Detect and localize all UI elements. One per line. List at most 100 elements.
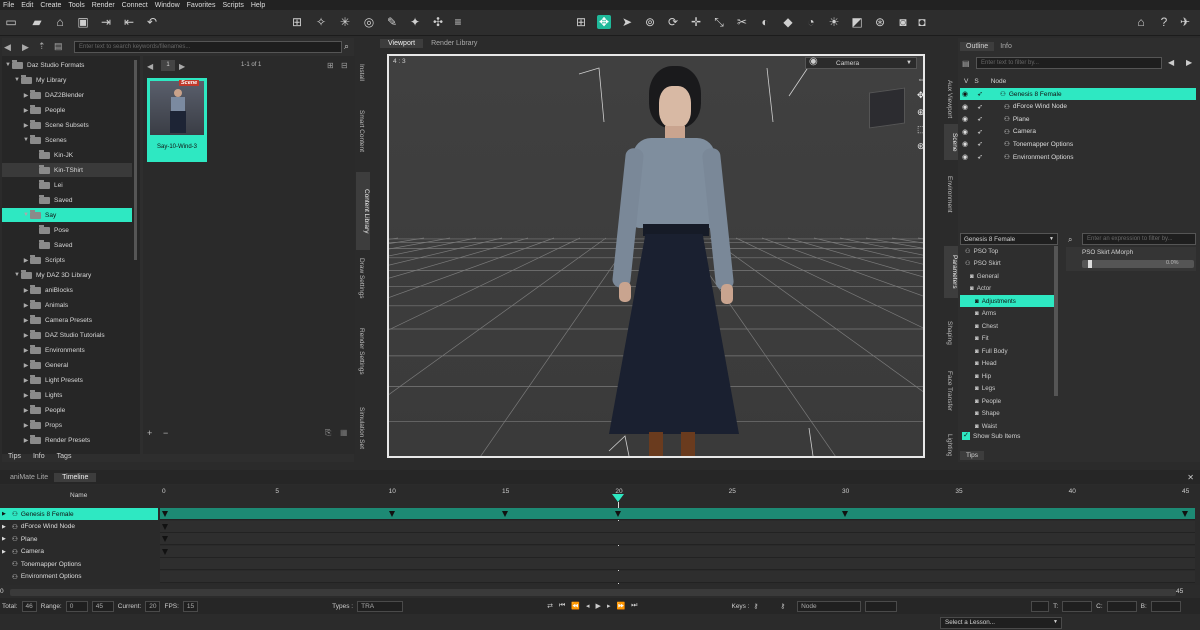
col-node[interactable]: Node	[991, 78, 1007, 85]
tab-outline[interactable]: Outline	[960, 42, 995, 51]
undo-icon[interactable]: ↶	[145, 15, 159, 29]
keyframe-marker[interactable]	[615, 511, 622, 517]
menu-create[interactable]: Create	[40, 2, 61, 9]
outline-filter-input[interactable]: Enter text to filter by...	[976, 57, 1162, 69]
param-item[interactable]: ◙ Actor	[960, 283, 1056, 295]
types-select[interactable]: TRA	[357, 600, 404, 612]
tree-item[interactable]: ▼ Say	[2, 208, 132, 222]
keyframe-marker[interactable]	[502, 511, 508, 517]
menu-render[interactable]: Render	[92, 2, 115, 9]
iray-icon[interactable]: ◙	[896, 15, 910, 29]
select-arrow-icon[interactable]: ➶	[977, 140, 987, 148]
menu-favorites[interactable]: Favorites	[187, 2, 216, 9]
outline-menu-icon[interactable]: ▤	[962, 59, 970, 68]
merge-icon[interactable]: ⌂	[53, 15, 67, 29]
chevron-right-icon[interactable]: ▶	[22, 437, 30, 444]
timeline-track-label[interactable]: ⚇ Tonemapper Options	[0, 558, 158, 570]
export-icon[interactable]: ⇤	[122, 15, 136, 29]
chevron-right-icon[interactable]: ▶	[2, 524, 10, 530]
tab-smart-content[interactable]: Smart Content	[358, 100, 365, 162]
param-item[interactable]: ◙ Head	[960, 358, 1056, 370]
timeline-track[interactable]	[160, 558, 1195, 570]
tree-item[interactable]: ▶Kin-TShirt	[2, 163, 132, 177]
param-item[interactable]: ◙ Hip	[960, 370, 1056, 382]
keyframe-marker[interactable]	[162, 548, 168, 555]
select-arrow-icon[interactable]: ➶	[977, 128, 987, 136]
nav-back-icon[interactable]: ◀	[4, 42, 11, 53]
node-select-icon[interactable]: ⊚	[643, 15, 657, 29]
universal-tool-icon[interactable]: ✥	[597, 15, 611, 29]
param-item[interactable]: ◙ Chest	[960, 320, 1056, 332]
chevron-right-icon[interactable]: ▶	[2, 549, 10, 555]
param-item[interactable]: ◙ Shape	[960, 408, 1056, 420]
tab-draw-settings[interactable]: Draw Settings	[358, 246, 365, 310]
param-item[interactable]: ◙ General	[960, 270, 1056, 282]
show-sub-items[interactable]: ✓ Show Sub Items	[962, 432, 1020, 440]
param-item[interactable]: ◙ Adjustments	[960, 295, 1056, 307]
chevron-down-icon[interactable]: ▼	[13, 272, 21, 278]
param-item[interactable]: ◙ Arms	[960, 308, 1056, 320]
help-icon[interactable]: ?	[1157, 15, 1171, 29]
current-field[interactable]: 20	[145, 600, 161, 612]
tree-item[interactable]: ▶ People	[2, 103, 132, 117]
checkbox-checked-icon[interactable]: ✓	[962, 432, 970, 440]
timeline-track[interactable]	[160, 520, 1195, 533]
scene-tool-icon[interactable]: ⊞	[290, 15, 304, 29]
timeline-track[interactable]	[160, 545, 1195, 558]
tab-timeline[interactable]: Timeline	[54, 472, 97, 482]
home-icon[interactable]: ⌂	[1134, 15, 1148, 29]
timeline-track[interactable]	[160, 570, 1195, 583]
t-field[interactable]	[1062, 600, 1093, 612]
spark-tool-icon[interactable]: ✳	[338, 15, 352, 29]
chevron-right-icon[interactable]: ▶	[22, 317, 30, 324]
tree-item[interactable]: ▶ Scene Subsets	[2, 118, 132, 132]
back-icon[interactable]: ◀	[1168, 58, 1174, 67]
tab-shaping[interactable]: Shaping	[946, 316, 953, 350]
frame-icon[interactable]: ⬚	[917, 124, 923, 135]
tree-item[interactable]: ▶ Lights	[2, 388, 132, 402]
tree-scrollbar[interactable]	[134, 60, 137, 260]
outline-item[interactable]: ◉ ➶ ⚇ Plane	[960, 113, 1196, 125]
menu-connect[interactable]: Connect	[122, 2, 148, 9]
search-icon[interactable]: ⌕	[344, 41, 349, 52]
tree-item[interactable]: ▶ DAZ Studio Tutorials	[2, 328, 132, 342]
jump-end-icon[interactable]: ⏭	[631, 602, 637, 610]
lesson-select[interactable]: Select a Lesson... ▼	[940, 617, 1062, 629]
timeline-track-label[interactable]: ▶ ⚇ Plane	[0, 533, 158, 545]
menu-tools[interactable]: Tools	[68, 2, 84, 9]
param-item[interactable]: ◙ Fit	[960, 333, 1056, 345]
zoom-icon[interactable]: ⊕	[917, 107, 923, 118]
chevron-right-icon[interactable]: ▶	[22, 347, 30, 354]
tree-item[interactable]: ▶ Light Presets	[2, 373, 132, 387]
tab-lighting[interactable]: Lighting	[946, 434, 953, 456]
tree-item[interactable]: ▶ Animals	[2, 298, 132, 312]
tree-item[interactable]: ▶ People	[2, 403, 132, 417]
interp-select[interactable]	[1031, 600, 1050, 612]
timeline-track-label[interactable]: ▶ ⚇ Camera	[0, 546, 158, 558]
playhead-marker[interactable]	[612, 494, 625, 502]
select-arrow-icon[interactable]: ➶	[977, 153, 987, 161]
viewport-options-icon[interactable]: ◉	[809, 56, 818, 67]
tree-item[interactable]: ▶ Camera Presets	[2, 313, 132, 327]
menu-window[interactable]: Window	[155, 2, 180, 9]
chevron-down-icon[interactable]: ▼	[22, 137, 30, 143]
tab-parameters[interactable]: Parameters	[944, 246, 958, 298]
rotate-tool-icon[interactable]: ⟳	[666, 15, 680, 29]
menu-file[interactable]: File	[3, 2, 14, 9]
keyframe-marker[interactable]	[842, 511, 848, 517]
loop-icon[interactable]: ⇄	[547, 602, 553, 610]
tab-info[interactable]: Info	[33, 453, 45, 460]
tree-item[interactable]: ▶ DAZ2Blender	[2, 88, 132, 102]
b-field[interactable]	[1150, 600, 1181, 612]
timeline-scrollbar[interactable]	[10, 589, 1176, 596]
keyframe-marker[interactable]	[1182, 511, 1188, 517]
tab-environment[interactable]: Environment	[946, 170, 953, 218]
page-prev-icon[interactable]: ◀	[147, 62, 153, 71]
tree-item[interactable]: ▶ General	[2, 358, 132, 372]
eye-icon[interactable]: ◉	[962, 115, 972, 123]
node-tool-icon[interactable]: ◎	[362, 15, 376, 29]
add-key-icon[interactable]: ⚷	[754, 602, 759, 610]
page-next-icon[interactable]: ▶	[179, 62, 185, 71]
chevron-down-icon[interactable]: ▼	[22, 212, 30, 218]
content-search-input[interactable]: Enter text to search keywords/filenames.…	[74, 41, 342, 53]
